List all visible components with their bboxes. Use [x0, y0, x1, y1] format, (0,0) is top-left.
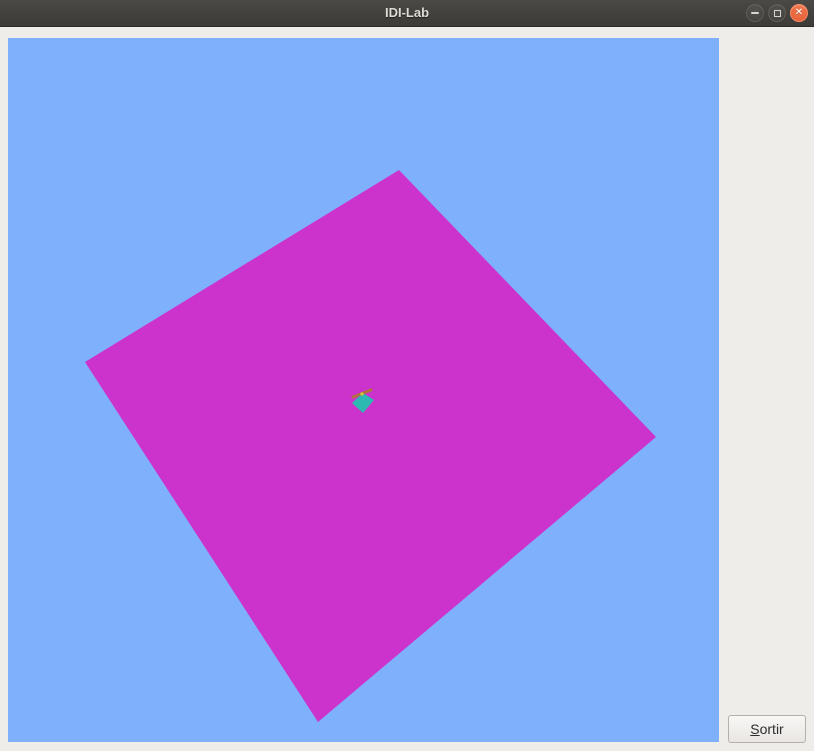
minimize-icon — [751, 12, 759, 14]
minimize-button[interactable] — [746, 4, 764, 22]
mini-model-dot — [360, 392, 363, 395]
maximize-button[interactable] — [768, 4, 786, 22]
window-controls: ✕ — [746, 3, 808, 23]
close-button[interactable]: ✕ — [790, 4, 808, 22]
window-title: IDI-Lab — [0, 0, 814, 27]
window-content: Sortir — [0, 27, 814, 751]
gl-viewport[interactable] — [8, 38, 719, 742]
maximize-icon — [774, 10, 781, 17]
sortir-button-label: ortir — [760, 721, 784, 737]
app-window: IDI-Lab ✕ Sortir — [0, 0, 814, 751]
sortir-button-mnemonic: S — [750, 721, 759, 737]
close-icon: ✕ — [795, 8, 803, 18]
titlebar: IDI-Lab ✕ — [0, 0, 814, 27]
sortir-button[interactable]: Sortir — [728, 715, 806, 743]
